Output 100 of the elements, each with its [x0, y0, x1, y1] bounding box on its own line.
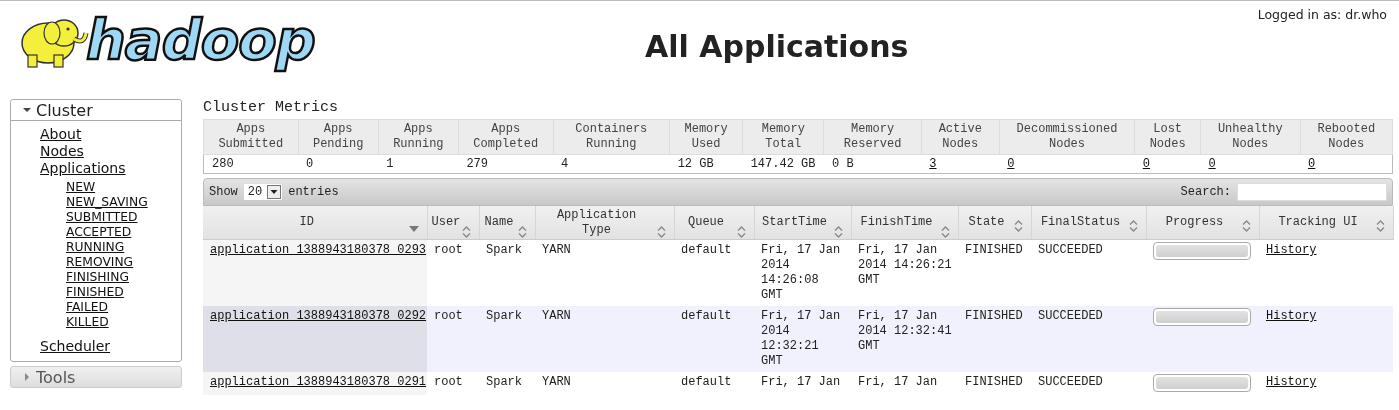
column-header: Decommissioned Nodes — [999, 119, 1135, 155]
caret-down-icon — [23, 106, 31, 114]
login-status: Logged in as: dr.who — [1257, 7, 1387, 22]
table-cell: FINISHED — [965, 375, 1023, 389]
table-cell: 0 B — [824, 154, 922, 174]
section-title[interactable]: Tools — [36, 367, 76, 387]
nav-link[interactable]: About — [40, 126, 82, 142]
table-cell: SUCCEEDED — [1038, 243, 1103, 257]
table-cell: YARN — [542, 375, 571, 389]
table-cell: YARN — [542, 243, 571, 257]
table-cell: 147.42 GB — [742, 154, 824, 174]
page-size-select[interactable]: 20 — [243, 184, 283, 200]
column-header[interactable]: Tracking UI — [1259, 206, 1393, 240]
table-cell: default — [681, 243, 732, 257]
table-cell: default — [681, 375, 732, 389]
sort-icon — [1013, 220, 1023, 232]
sort-icon — [833, 226, 843, 238]
table-cell: SUCCEEDED — [1038, 309, 1103, 323]
column-header[interactable]: Name — [479, 206, 535, 240]
nav-sublink[interactable]: FINISHED — [66, 285, 124, 299]
sort-icon — [940, 226, 950, 238]
column-header: Active Nodes — [921, 119, 1000, 155]
column-header[interactable]: Queue — [674, 206, 754, 240]
sort-icon — [461, 226, 471, 238]
column-header[interactable]: Progress — [1146, 206, 1259, 240]
column-header: Apps Submitted — [203, 119, 299, 155]
table-cell: Fri, 17 Jan 2014 14:26:08 GMT — [761, 243, 841, 302]
history-link[interactable]: History — [1266, 309, 1317, 323]
table-cell: default — [681, 309, 732, 323]
sort-icon — [736, 226, 746, 238]
nav-link[interactable]: Applications — [40, 160, 126, 176]
table-cell: Fri, 17 Jan — [761, 375, 841, 389]
sort-icon — [517, 226, 527, 238]
nav-sublink[interactable]: FAILED — [66, 300, 109, 314]
nav-sublink[interactable]: KILLED — [66, 315, 109, 329]
column-header: Apps Running — [378, 119, 459, 155]
table-cell: Spark — [486, 309, 522, 323]
column-header[interactable]: StartTime — [754, 206, 851, 240]
logo-wordmark: hadoop — [86, 9, 315, 71]
table-cell: FINISHED — [965, 309, 1023, 323]
table-cell: 12 GB — [669, 154, 743, 174]
history-link[interactable]: History — [1266, 243, 1317, 257]
sort-icon — [656, 226, 666, 238]
metric-link[interactable]: 0 — [1007, 157, 1015, 171]
table-cell: Fri, 17 Jan 2014 12:32:21 GMT — [761, 309, 841, 368]
section-header[interactable]: Tools — [11, 367, 181, 387]
table-cell: 279 — [458, 154, 553, 174]
table-cell: 0 — [298, 154, 379, 174]
column-header: Memory Reserved — [824, 119, 922, 155]
table-cell: Spark — [486, 375, 522, 389]
table-cell: YARN — [542, 309, 571, 323]
table-cell: 4 — [553, 154, 670, 174]
sort-icon — [1128, 220, 1138, 232]
table-cell: SUCCEEDED — [1038, 375, 1103, 389]
search-field[interactable] — [1237, 183, 1387, 201]
table-cell: Spark — [486, 243, 522, 257]
table-cell: Fri, 17 Jan — [858, 375, 938, 389]
column-header[interactable]: FinalStatus — [1031, 206, 1146, 240]
column-header[interactable]: State — [958, 206, 1031, 240]
table-cell: Fri, 17 Jan 2014 12:32:41 GMT — [858, 309, 952, 353]
column-header[interactable]: User — [427, 206, 479, 240]
table-cell: 280 — [203, 154, 299, 174]
column-header[interactable]: Application Type — [535, 206, 674, 240]
history-link[interactable]: History — [1266, 375, 1317, 389]
table-cell: root — [434, 309, 463, 323]
section-header[interactable]: Cluster — [11, 100, 181, 121]
show-label: Show — [209, 185, 238, 199]
search-label: Search: — [1180, 185, 1231, 199]
nav-sublink[interactable]: RUNNING — [66, 240, 125, 254]
metric-link[interactable]: 0 — [1308, 157, 1316, 171]
nav-sublink[interactable]: NEW — [66, 180, 96, 194]
nav-link[interactable]: Nodes — [40, 143, 84, 159]
section-title[interactable]: Cluster — [36, 100, 93, 120]
metric-link[interactable]: 0 — [1142, 157, 1150, 171]
nav-link[interactable]: Scheduler — [40, 338, 111, 354]
column-header: Memory Used — [669, 119, 743, 155]
column-header[interactable]: ID — [203, 206, 427, 240]
sort-descending-icon — [408, 226, 419, 232]
nav-sublink[interactable]: ACCEPTED — [66, 225, 132, 239]
table-cell: root — [434, 243, 463, 257]
metric-link[interactable]: 0 — [1208, 157, 1216, 171]
table-cell: FINISHED — [965, 243, 1023, 257]
nav-sublink[interactable]: REMOVING — [66, 255, 134, 269]
entries-label: entries — [288, 185, 339, 199]
column-header: Apps Completed — [458, 119, 553, 155]
column-header: Lost Nodes — [1134, 119, 1201, 155]
section-heading: Cluster Metrics — [203, 99, 340, 118]
page-title: All Applications — [645, 29, 909, 64]
table-cell: 1 — [378, 154, 459, 174]
nav-sublink[interactable]: FINISHING — [66, 270, 129, 284]
column-header: Memory Total — [742, 119, 824, 155]
nav-sublink[interactable]: SUBMITTED — [66, 210, 138, 224]
metric-link[interactable]: 3 — [929, 157, 937, 171]
nav-sublink[interactable]: NEW_SAVING — [66, 195, 148, 209]
column-header[interactable]: FinishTime — [851, 206, 958, 240]
column-header: Unhealthy Nodes — [1200, 119, 1301, 155]
sort-icon — [1241, 220, 1251, 232]
table-cell: root — [434, 375, 463, 389]
column-header: Rebooted Nodes — [1300, 119, 1393, 155]
column-header: Containers Running — [553, 119, 670, 155]
